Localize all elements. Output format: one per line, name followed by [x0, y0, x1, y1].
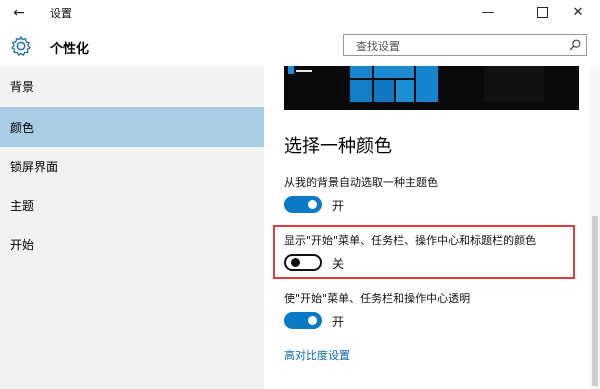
- transparency-toggle[interactable]: [284, 312, 322, 329]
- scrollbar[interactable]: [590, 66, 600, 389]
- transparency-label: 使"开始"菜单、任务栏和操作中心透明: [284, 292, 471, 305]
- maximize-icon: [536, 7, 548, 18]
- page-header: 个性化 查找设置: [0, 28, 600, 66]
- search-icon[interactable]: [568, 38, 582, 52]
- section-title: 选择一种颜色: [284, 136, 392, 157]
- sidebar-item-label: 主题: [10, 199, 35, 213]
- window-title: 设置: [50, 7, 72, 20]
- search-placeholder: 查找设置: [356, 40, 400, 53]
- sidebar: 背景 颜色 锁屏界面 主题 开始: [0, 66, 264, 389]
- auto-accent-state: 开: [332, 199, 345, 213]
- gear-icon: [11, 36, 31, 56]
- auto-accent-label: 从我的背景自动选取一种主题色: [284, 176, 438, 189]
- search-input[interactable]: 查找设置: [343, 34, 587, 56]
- sidebar-item-colors[interactable]: 颜色: [0, 107, 264, 147]
- sidebar-item-label: 颜色: [10, 121, 35, 135]
- title-bar: ← 设置 — ✕: [0, 0, 600, 28]
- sidebar-item-themes[interactable]: 主题: [0, 185, 264, 225]
- transparency-state: 开: [332, 315, 345, 329]
- sidebar-item-label: 锁屏界面: [10, 160, 59, 174]
- settings-window: ← 设置 — ✕ 个性化 查找设置 背景 颜色 锁屏界面 主题 开始 选择一种颜…: [0, 0, 600, 389]
- sidebar-item-label: 开始: [10, 238, 35, 252]
- toggle-knob: [308, 316, 317, 325]
- back-arrow-icon[interactable]: ←: [6, 2, 32, 24]
- sidebar-item-lock-screen[interactable]: 锁屏界面: [0, 146, 264, 186]
- page-title: 个性化: [50, 42, 90, 57]
- toggle-knob: [308, 200, 317, 209]
- scroll-thumb[interactable]: [592, 216, 598, 386]
- high-contrast-link[interactable]: 高对比度设置: [284, 347, 350, 363]
- close-button[interactable]: ✕: [556, 0, 600, 26]
- color-preview-image: [284, 66, 579, 110]
- sidebar-item-start[interactable]: 开始: [0, 224, 264, 264]
- annotation-highlight-box: [273, 225, 575, 279]
- auto-accent-toggle[interactable]: [284, 196, 322, 213]
- sidebar-item-label: 背景: [10, 80, 35, 94]
- minimize-button[interactable]: —: [466, 0, 510, 26]
- sidebar-item-background[interactable]: 背景: [0, 66, 264, 106]
